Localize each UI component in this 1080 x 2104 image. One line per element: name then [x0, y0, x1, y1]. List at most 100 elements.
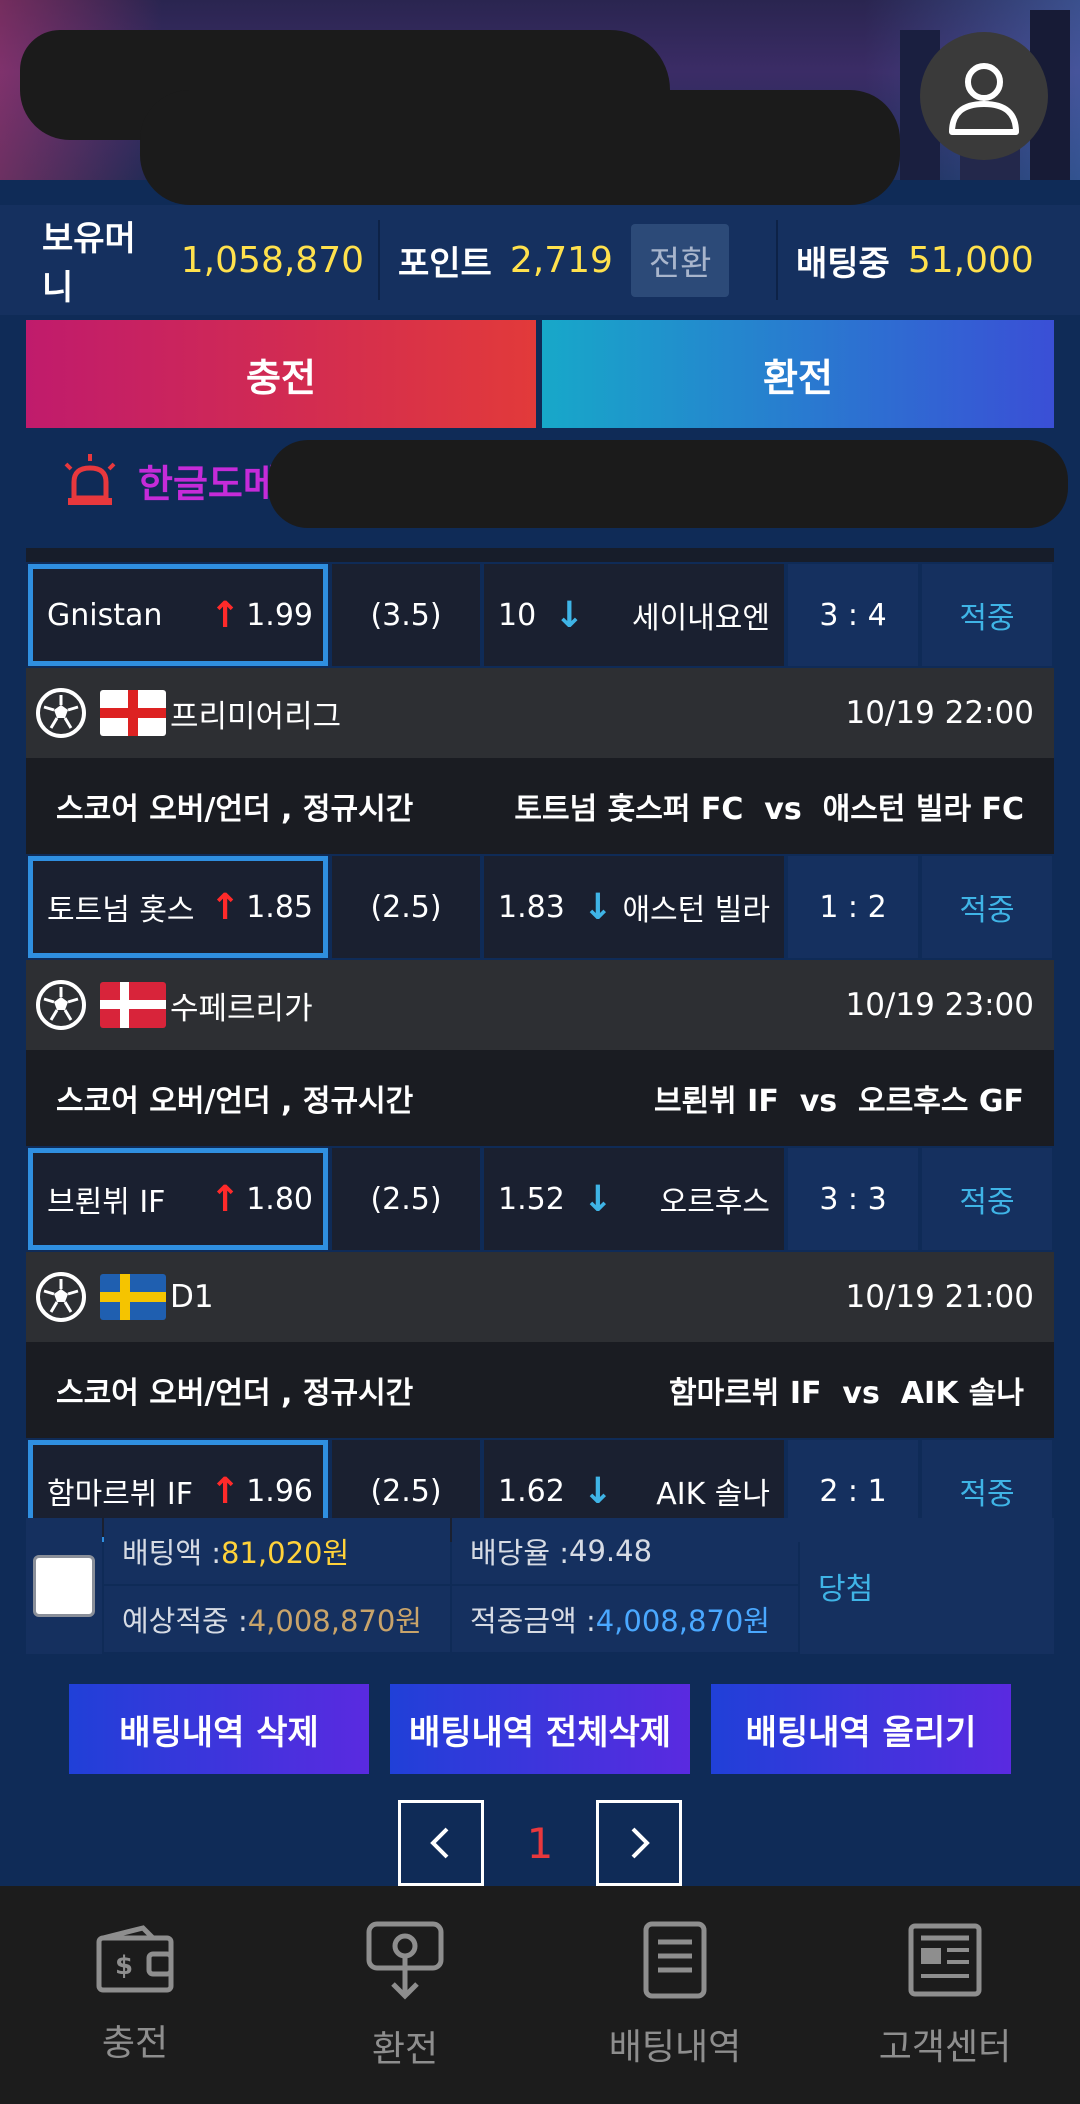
point-value: 2,719 — [509, 239, 613, 281]
newspaper-icon — [908, 1923, 982, 1997]
arrow-up-icon: ↑ — [210, 1470, 241, 1512]
nav-label: 배팅내역 — [608, 2027, 742, 2068]
prev-page-button[interactable] — [398, 1800, 484, 1886]
final-score: 1 : 2 — [788, 856, 918, 958]
league-name: D1 — [170, 1279, 214, 1315]
bottom-nav: $ 충전 환전 배팅내역 고객센터 — [0, 1886, 1080, 2104]
match-info: 스코어 오버/언더 , 정규시간 토트넘 홋스퍼 FC vs 애스턴 빌라 FC — [26, 758, 1054, 854]
bet-amount: 배팅액 :81,020원 — [104, 1518, 450, 1584]
expected-value: 4,008,870원 — [247, 1604, 422, 1638]
home-pick[interactable]: Gnistan ↑ 1.99 — [28, 564, 328, 666]
league-name: 프리미어리그 — [170, 698, 342, 735]
betting-cell: 배팅중 51,000 — [778, 205, 1080, 315]
win-amount-value: 4,008,870원 — [595, 1604, 770, 1638]
market-name: 스코어 오버/언더 , 정규시간 — [56, 792, 414, 827]
league-name: 수페르리가 — [170, 990, 313, 1027]
nav-item-betting-history[interactable]: 배팅내역 — [540, 1886, 810, 2104]
home-odd: 1.96 — [246, 1473, 313, 1509]
odds: 배당율 :49.48 — [452, 1518, 798, 1584]
chevron-left-icon — [430, 1827, 449, 1859]
bet-summary: 배팅액 :81,020원 배당율 :49.48 예상적중 :4,008,870원… — [26, 1518, 1054, 1654]
arrow-down-icon: ↓ — [582, 1470, 613, 1512]
away-team: 오르후스 — [659, 1185, 770, 1220]
delete-history-button[interactable]: 배팅내역 삭제 — [69, 1684, 369, 1774]
money-label: 보유머니 — [42, 219, 136, 308]
final-score: 3 : 3 — [788, 1148, 918, 1250]
away-team: 애스턴 빌라 — [622, 893, 770, 928]
arrow-down-icon: ↓ — [554, 594, 585, 636]
document-icon — [643, 1921, 707, 1999]
arrow-up-icon: ↑ — [210, 886, 241, 928]
away-team: AIK 솔나 — [656, 1477, 770, 1512]
expected-win: 예상적중 :4,008,870원 — [104, 1586, 450, 1652]
svg-text:$: $ — [115, 1951, 133, 1981]
away-pick: 10 ↓ 세이내요엔 — [484, 564, 784, 666]
bet-list: Gnistan ↑ 1.99 (3.5) 10 ↓ 세이내요엔 3 : 4 적중 프… — [26, 548, 1054, 1544]
nav-item-charge[interactable]: $ 충전 — [0, 1886, 270, 2104]
home-team: 함마르뷔 IF — [47, 1477, 194, 1512]
money-cell: 보유머니 1,058,870 — [0, 205, 378, 315]
wallet-icon: $ — [96, 1925, 174, 1993]
soccer-ball-icon — [36, 688, 86, 738]
nav-item-exchange[interactable]: 환전 — [270, 1886, 540, 2104]
betting-value: 51,000 — [907, 239, 1034, 281]
nav-item-customer-center[interactable]: 고객센터 — [810, 1886, 1080, 2104]
home-pick[interactable]: 토트넘 홋스 ↑ 1.85 — [28, 856, 328, 958]
list-top-divider — [26, 548, 1054, 562]
profile-avatar-button[interactable] — [920, 32, 1048, 160]
select-checkbox[interactable] — [33, 1555, 95, 1617]
exchange-button[interactable]: 환전 — [542, 320, 1054, 428]
next-page-button[interactable] — [595, 1800, 682, 1886]
denmark-flag-icon — [100, 982, 166, 1028]
alarm-siren-icon — [64, 454, 116, 505]
arrow-up-icon: ↑ — [210, 594, 241, 636]
arrow-up-icon: ↑ — [210, 1178, 241, 1220]
summary-result: 당첨 — [800, 1518, 1054, 1654]
match-time: 10/19 21:00 — [845, 1279, 1034, 1315]
market-name: 스코어 오버/언더 , 정규시간 — [56, 1084, 414, 1119]
league-header: D1 10/19 21:00 — [26, 1252, 1054, 1342]
home-team: Gnistan — [47, 597, 163, 633]
soccer-ball-icon — [36, 1272, 86, 1322]
home-team: 토트넘 홋스 — [47, 893, 195, 928]
away-pick: 1.52 ↓ 오르후스 — [484, 1148, 784, 1250]
league-header: 수페르리가 10/19 23:00 — [26, 960, 1054, 1050]
delete-all-history-button[interactable]: 배팅내역 전체삭제 — [390, 1684, 690, 1774]
wallet-bar: 보유머니 1,058,870 포인트 2,719 전환 배팅중 51,000 — [0, 205, 1080, 315]
redaction-mark — [140, 90, 900, 205]
post-history-button[interactable]: 배팅내역 올리기 — [711, 1684, 1011, 1774]
handicap-line: (2.5) — [332, 1148, 480, 1250]
exchange-icon — [366, 1921, 444, 2000]
user-icon — [949, 63, 1019, 135]
matchup: 브뢴뷔 IF vs 오르후스 GF — [653, 1084, 1024, 1119]
redaction-mark — [268, 440, 1068, 528]
final-score: 3 : 4 — [788, 564, 918, 666]
point-label: 포인트 — [398, 243, 492, 284]
away-pick: 1.83 ↓ 애스턴 빌라 — [484, 856, 784, 958]
bet-amount-value: 81,020원 — [221, 1536, 350, 1570]
arrow-down-icon: ↓ — [582, 886, 613, 928]
expected-label: 예상적중 : — [122, 1604, 248, 1638]
bet-row: 토트넘 홋스 ↑ 1.85 (2.5) 1.83 ↓ 애스턴 빌라 1 : 2 적중 — [26, 854, 1054, 960]
home-pick[interactable]: 브뢴뷔 IF ↑ 1.80 — [28, 1148, 328, 1250]
odds-value: 49.48 — [569, 1534, 653, 1568]
nav-label: 고객센터 — [878, 2027, 1012, 2068]
nav-label: 환전 — [371, 2029, 439, 2070]
match-time: 10/19 22:00 — [845, 695, 1034, 731]
point-cell: 포인트 2,719 전환 — [380, 205, 776, 315]
away-odd: 1.62 — [498, 1473, 565, 1509]
away-team: 세이내요엔 — [632, 601, 770, 636]
sweden-flag-icon — [100, 1274, 166, 1320]
away-odd: 10 — [498, 597, 537, 633]
select-cell — [26, 1518, 102, 1654]
charge-button[interactable]: 충전 — [26, 320, 536, 428]
matchup: 토트넘 홋스퍼 FC vs 애스턴 빌라 FC — [514, 792, 1024, 827]
home-odd: 1.80 — [246, 1181, 313, 1217]
win-amount-label: 적중금액 : — [470, 1604, 596, 1638]
bet-amount-label: 배팅액 : — [122, 1536, 222, 1570]
chevron-right-icon — [631, 1827, 650, 1859]
convert-button[interactable]: 전환 — [630, 223, 730, 297]
current-page[interactable]: 1 — [527, 1819, 554, 1868]
matchup: 함마르뷔 IF vs AIK 솔나 — [669, 1376, 1024, 1411]
odds-label: 배당율 : — [470, 1536, 570, 1570]
